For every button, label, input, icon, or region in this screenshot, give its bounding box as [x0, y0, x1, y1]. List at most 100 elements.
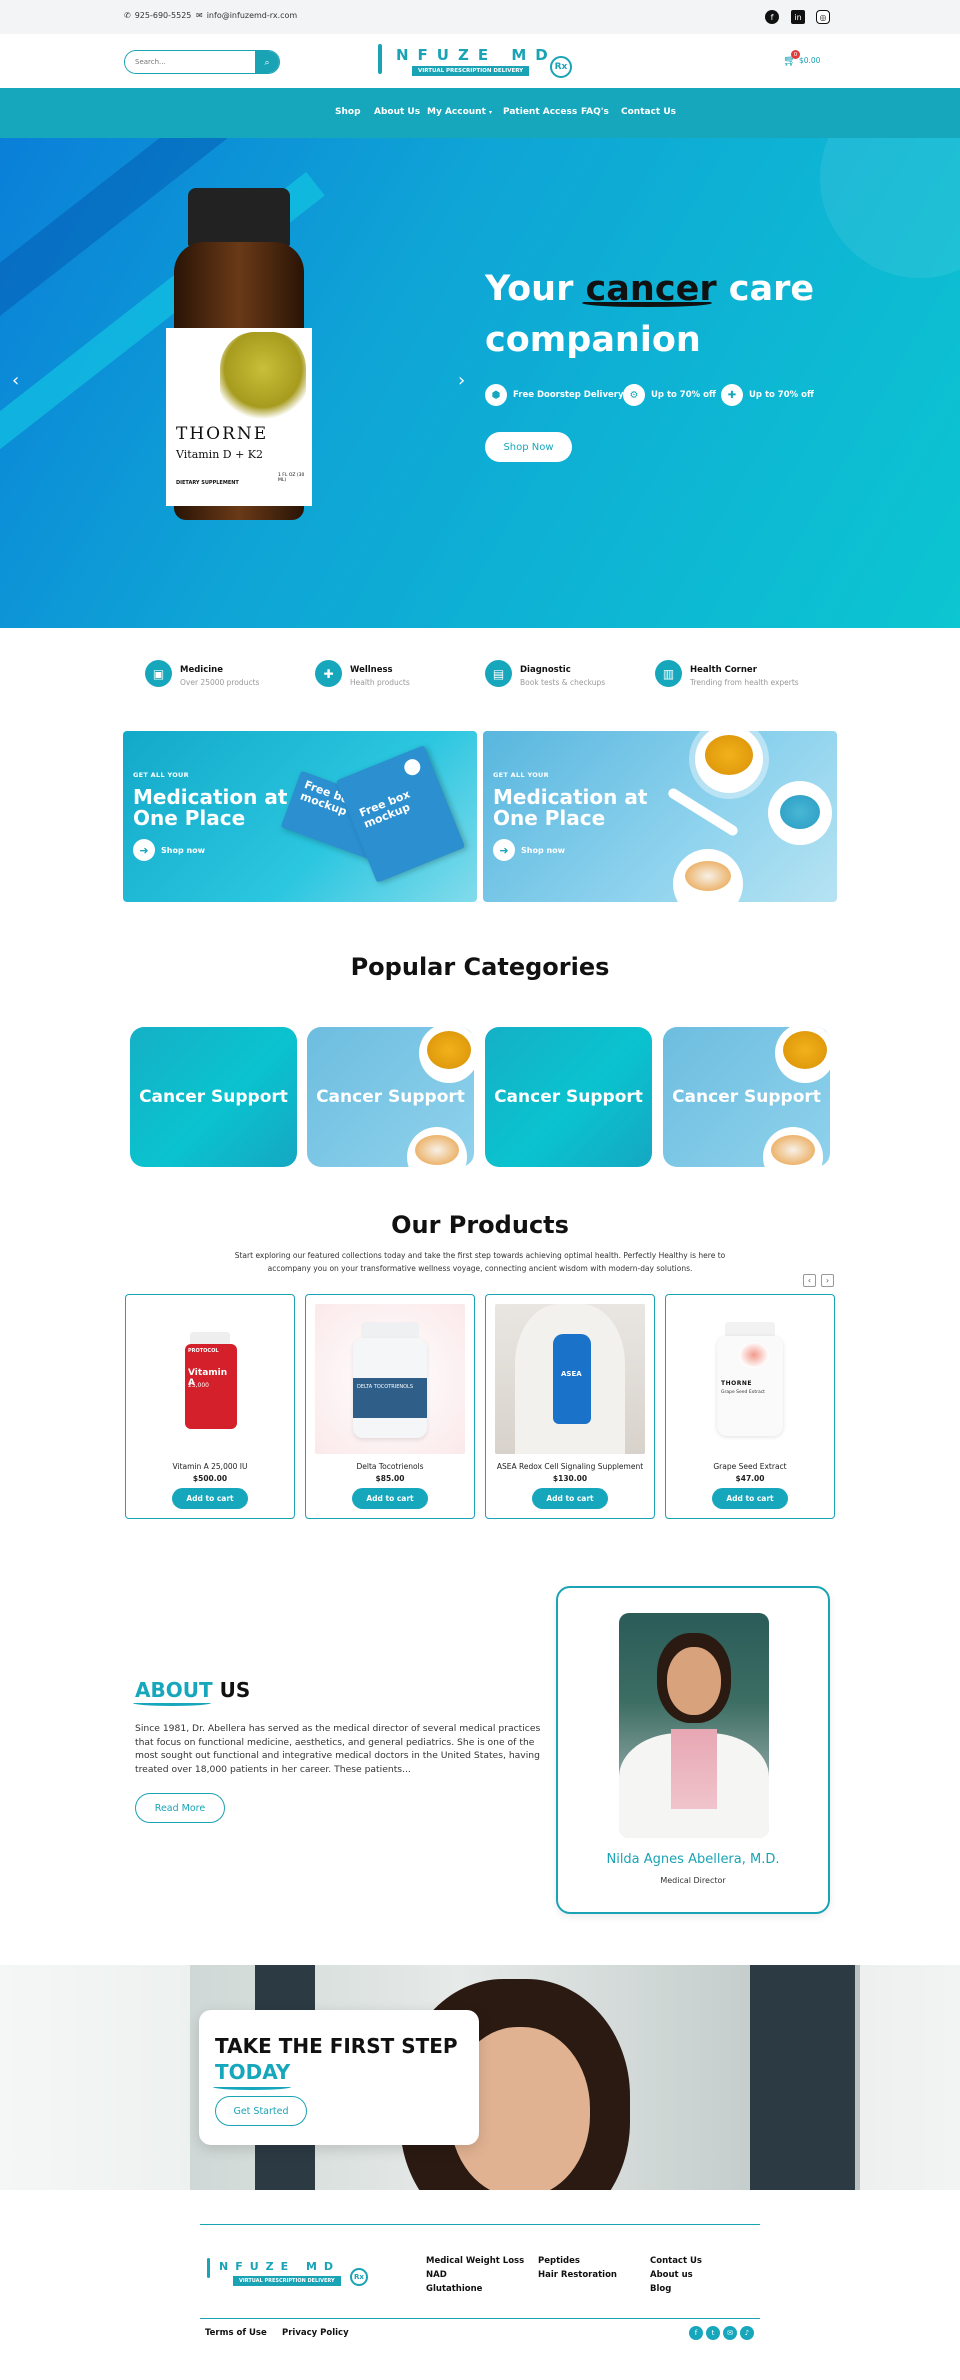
bottle-label: DELTA TOCOTRIENOLS: [353, 1378, 427, 1418]
hero-next-arrow[interactable]: ›: [458, 370, 465, 391]
product-card[interactable]: ASEA ASEA Redox Cell Signaling Supplemen…: [485, 1294, 655, 1519]
cta-window-frame: [750, 1965, 855, 2190]
product-image: THORNE Grape Seed Extract: [675, 1304, 825, 1454]
feature-diagnostic[interactable]: ▤ Diagnostic Book tests & checkups: [485, 660, 605, 687]
site-logo[interactable]: NFUZE MD VIRTUAL PRESCRIPTION DELIVERY R…: [378, 44, 578, 84]
footer-link[interactable]: NAD: [426, 2268, 524, 2282]
pills-bowl: [419, 1027, 474, 1083]
product-card[interactable]: THORNE Grape Seed Extract Grape Seed Ext…: [665, 1294, 835, 1519]
hero-title-post: care: [716, 269, 815, 309]
bottle-body: PROTOCOL Vitamin A 25,000: [185, 1344, 237, 1429]
footer-link[interactable]: Hair Restoration: [538, 2268, 617, 2282]
nav-my-account[interactable]: My Account ▾: [427, 107, 492, 117]
bottle-strength: 25,000: [188, 1382, 209, 1389]
product-price: $85.00: [375, 1474, 405, 1483]
phone-contact[interactable]: ✆ 925-690-5525: [124, 11, 191, 20]
promo-banner-1[interactable]: GET ALL YOUR Medication at One Place ➜ Sho…: [123, 731, 477, 902]
footer-link[interactable]: Contact Us: [650, 2254, 702, 2268]
add-to-cart-button[interactable]: Add to cart: [352, 1488, 428, 1509]
search-icon: ⌕: [264, 56, 270, 67]
promo-small-text: GET ALL YOUR: [133, 771, 189, 779]
twitter-icon[interactable]: t: [706, 2326, 720, 2340]
feature-subtitle: Book tests & checkups: [520, 678, 606, 687]
pills-bowl: [768, 781, 832, 845]
instagram-icon[interactable]: ◎: [816, 10, 830, 24]
feature-medicine[interactable]: ▣ Medicine Over 25000 products: [145, 660, 259, 687]
product-name[interactable]: Vitamin A 25,000 IU: [126, 1462, 294, 1471]
nav-faqs[interactable]: FAQ's: [581, 107, 609, 117]
email-icon[interactable]: ✉: [723, 2326, 737, 2340]
footer-column-2: Peptides Hair Restoration: [538, 2254, 617, 2282]
product-name[interactable]: ASEA Redox Cell Signaling Supplement: [486, 1462, 654, 1471]
product-card[interactable]: PROTOCOL Vitamin A 25,000 Vitamin A 25,0…: [125, 1294, 295, 1519]
hero-feature-delivery: ⬢ Free Doorstep Delivery: [485, 384, 624, 406]
tiktok-icon[interactable]: ♪: [740, 2326, 754, 2340]
feature-subtitle: Trending from health experts: [690, 678, 799, 687]
wellness-icon: ✚: [315, 660, 342, 687]
category-card[interactable]: Cancer Support: [307, 1027, 474, 1167]
email-icon: ✉: [196, 11, 203, 20]
promo-title-line2: One Place: [493, 806, 606, 830]
promo-shop-label: Shop now: [521, 845, 566, 855]
hero-prev-arrow[interactable]: ‹: [12, 370, 19, 391]
search-button[interactable]: ⌕: [255, 51, 279, 73]
read-more-button[interactable]: Read More: [135, 1793, 225, 1823]
footer-link[interactable]: Blog: [650, 2282, 702, 2296]
footer-link[interactable]: About us: [650, 2268, 702, 2282]
add-to-cart-button[interactable]: Add to cart: [532, 1488, 608, 1509]
products-next-button[interactable]: ›: [821, 1274, 834, 1287]
category-card[interactable]: Cancer Support: [663, 1027, 830, 1167]
footer-link[interactable]: Peptides: [538, 2254, 617, 2268]
add-to-cart-button[interactable]: Add to cart: [172, 1488, 248, 1509]
nav-about-us[interactable]: About Us: [374, 107, 420, 117]
nav-patient-access[interactable]: Patient Access: [503, 107, 577, 117]
email-contact[interactable]: ✉ info@infuzemd-rx.com: [196, 11, 297, 20]
arrow-right-icon: ➜: [493, 839, 515, 861]
linkedin-icon[interactable]: in: [791, 10, 805, 24]
about-title-rest: US: [212, 1678, 251, 1702]
feature-title: Medicine: [180, 665, 223, 675]
feature-wellness[interactable]: ✚ Wellness Health products: [315, 660, 410, 687]
nav-contact-us[interactable]: Contact Us: [621, 107, 676, 117]
tooth-icon: [401, 756, 423, 778]
footer-link[interactable]: Medical Weight Loss: [426, 2254, 524, 2268]
health-corner-icon: ▥: [655, 660, 682, 687]
promo-shop-link[interactable]: ➜ Shop now: [133, 839, 205, 861]
products-prev-button[interactable]: ‹: [803, 1274, 816, 1287]
feature-health-corner[interactable]: ▥ Health Corner Trending from health expe…: [655, 660, 799, 687]
feature-title: Health Corner: [690, 665, 757, 675]
nav-shop[interactable]: Shop: [335, 107, 361, 117]
product-name[interactable]: Delta Tocotrienols: [306, 1462, 474, 1471]
doctor-name: Nilda Agnes Abellera, M.D.: [606, 1852, 780, 1867]
promo-title: Medication at One Place: [493, 787, 647, 829]
about-underline-scribble: [133, 1700, 211, 1706]
bottle-subtitle: DIETARY SUPPLEMENT: [176, 480, 239, 486]
category-card[interactable]: Cancer Support: [485, 1027, 652, 1167]
footer-link[interactable]: Glutathione: [426, 2282, 524, 2296]
facebook-icon[interactable]: f: [765, 10, 779, 24]
get-started-button[interactable]: Get Started: [215, 2096, 307, 2126]
promo-shop-label: Shop now: [161, 845, 206, 855]
facebook-icon[interactable]: f: [689, 2326, 703, 2340]
products-description-line: Start exploring our featured collections…: [234, 1251, 726, 1260]
hero-feature-discount: ⚙ Up to 70% off: [623, 384, 716, 406]
cart[interactable]: 🛒︎ 0 $0.00: [783, 50, 820, 67]
privacy-policy-link[interactable]: Privacy Policy: [282, 2328, 349, 2338]
search-input[interactable]: [125, 51, 257, 73]
logo-tagline: VIRTUAL PRESCRIPTION DELIVERY: [412, 66, 530, 76]
pills-bowl-content: [783, 1031, 827, 1069]
product-name[interactable]: Grape Seed Extract: [666, 1462, 834, 1471]
add-to-cart-button[interactable]: Add to cart: [712, 1488, 788, 1509]
promo-small-text: GET ALL YOUR: [493, 771, 549, 779]
footer-logo[interactable]: NFUZE MD VIRTUAL PRESCRIPTION DELIVERY R…: [207, 2258, 377, 2298]
category-card[interactable]: Cancer Support: [130, 1027, 297, 1167]
hero-decor-circle: [820, 138, 960, 278]
footer-column-3: Contact Us About us Blog: [650, 2254, 702, 2296]
promo-shop-link[interactable]: ➜ Shop now: [493, 839, 565, 861]
pills-bowl-content: [705, 735, 753, 775]
footer-divider: [200, 2318, 760, 2319]
terms-of-use-link[interactable]: Terms of Use: [205, 2328, 267, 2338]
product-card[interactable]: DELTA TOCOTRIENOLS Delta Tocotrienols $8…: [305, 1294, 475, 1519]
promo-banner-2[interactable]: GET ALL YOUR Medication at One Place ➜ Sho…: [483, 731, 837, 902]
hero-shop-now-button[interactable]: Shop Now: [485, 432, 572, 462]
